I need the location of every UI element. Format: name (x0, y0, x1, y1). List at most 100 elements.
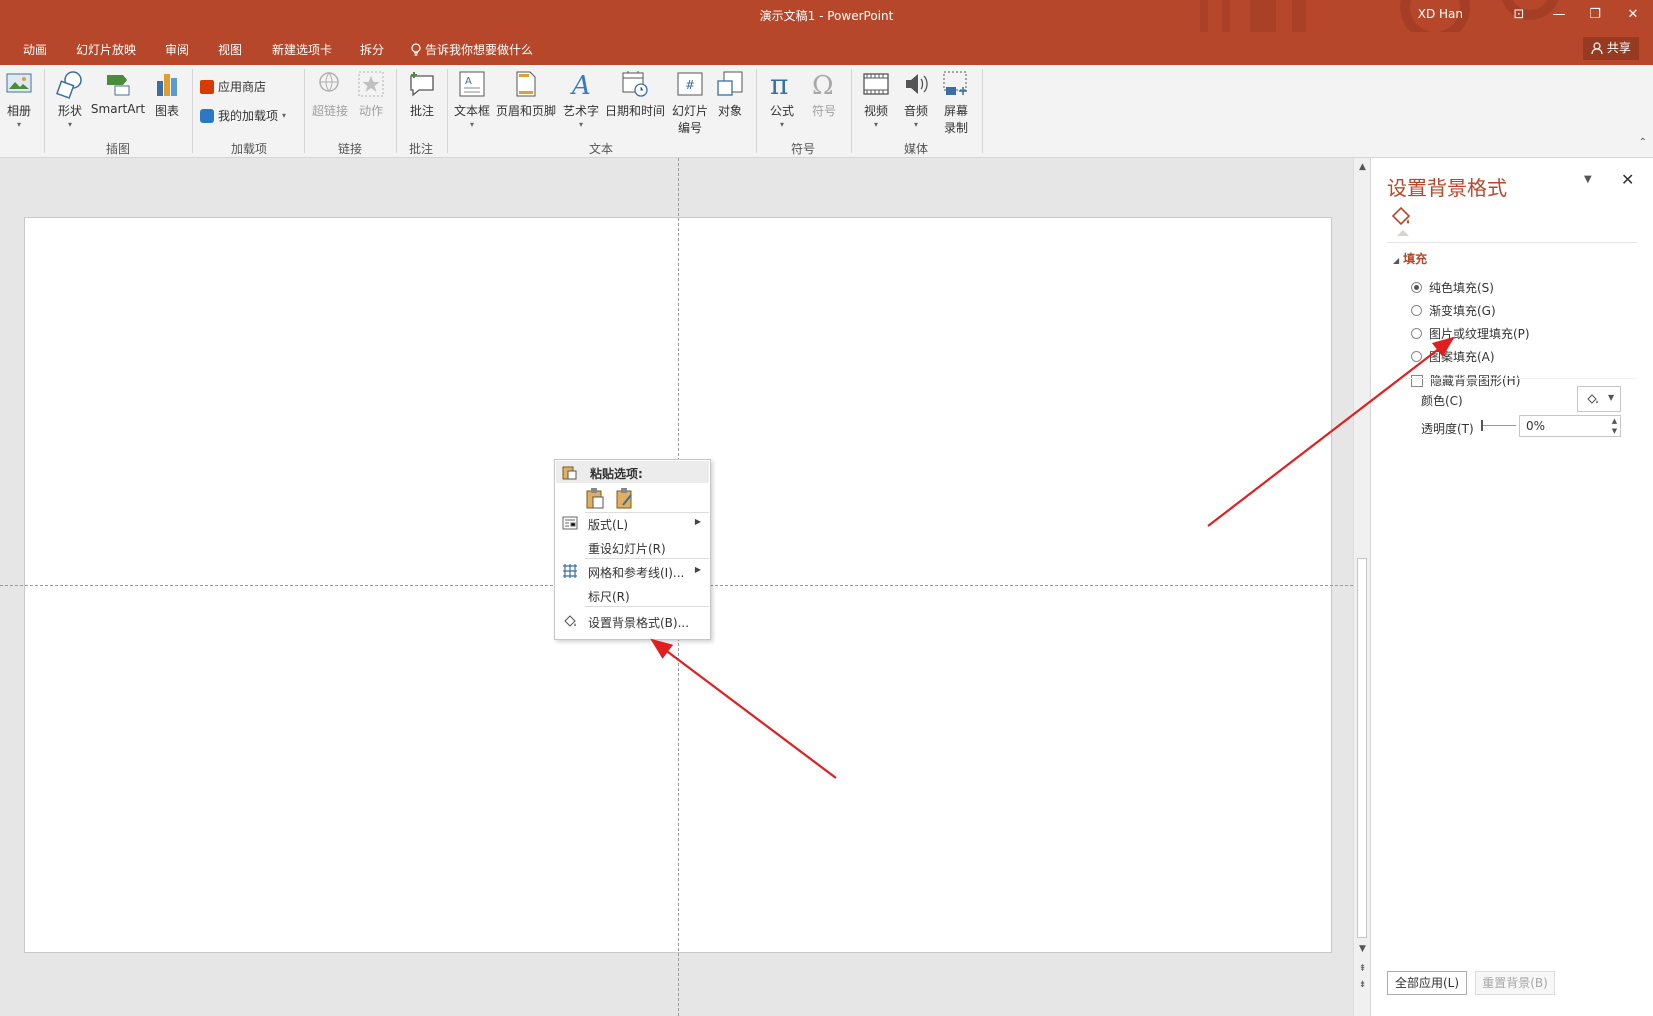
photo-album-button[interactable]: 相册 ▾ (2, 69, 36, 129)
fill-color-picker[interactable]: ▼ (1577, 386, 1621, 412)
textbox-label: 文本框 (453, 104, 490, 118)
chevron-down-icon: ▾ (282, 111, 287, 120)
minimize-button[interactable]: — (1545, 4, 1573, 26)
pane-close-icon[interactable]: ✕ (1621, 170, 1634, 189)
restore-button[interactable]: ❐ (1581, 4, 1609, 26)
chevron-down-icon: ▼ (1608, 393, 1615, 402)
hyperlink-button[interactable]: 超链接 (310, 69, 350, 119)
scroll-up-arrow[interactable]: ▲ (1357, 162, 1368, 173)
option-hide-background-graphics[interactable]: 隐藏背景图形(H) (1411, 372, 1520, 389)
menu-item-grid-and-guides[interactable]: 网格和参考线(I)... ▶ (556, 560, 709, 582)
tab-split[interactable]: 拆分 (360, 41, 384, 58)
tab-review[interactable]: 审阅 (165, 41, 189, 58)
object-button[interactable]: 对象 (712, 69, 748, 119)
menu-item-reset-slide[interactable]: 重设幻灯片(R) (556, 536, 709, 558)
fill-section-header[interactable]: ◢ 填充 (1393, 250, 1427, 267)
textbox-button[interactable]: A 文本框 ▾ (453, 69, 491, 129)
video-button[interactable]: 视频 ▾ (858, 69, 894, 129)
chevron-down-icon: ▾ (913, 120, 918, 129)
chevron-down-icon: ▾ (469, 120, 474, 129)
option-pattern-fill[interactable]: 图案填充(A) (1411, 348, 1495, 365)
comment-button[interactable]: 批注 (404, 69, 440, 119)
tell-me-search[interactable]: 告诉我你想要做什么 (410, 41, 533, 58)
tab-view[interactable]: 视图 (218, 41, 242, 58)
symbol-button[interactable]: Ω 符号 (806, 69, 842, 119)
video-label: 视频 (863, 104, 888, 118)
transparency-slider-thumb[interactable] (1481, 420, 1483, 431)
tab-animations[interactable]: 动画 (23, 41, 47, 58)
radio-button[interactable] (1411, 305, 1422, 316)
scroll-down-arrow[interactable]: ▼ (1357, 944, 1368, 955)
scroll-thumb[interactable] (1357, 558, 1367, 938)
submenu-arrow-icon: ▶ (694, 565, 701, 574)
group-links-label: 链接 (337, 142, 362, 156)
wordart-label: 艺术字 (562, 104, 599, 118)
option-label: 渐变填充(G) (1429, 304, 1496, 318)
screen-recording-icon (943, 71, 967, 95)
radio-button[interactable] (1411, 351, 1422, 362)
tell-me-label: 告诉我你想要做什么 (425, 43, 534, 57)
transparency-spinner[interactable]: ▲ ▼ (1609, 416, 1620, 436)
collapse-triangle-icon: ◢ (1393, 256, 1400, 265)
group-divider (192, 69, 193, 153)
option-picture-texture-fill[interactable]: 图片或纹理填充(P) (1411, 325, 1530, 342)
chevron-down-icon: ▾ (16, 120, 21, 129)
close-button[interactable]: ✕ (1619, 4, 1647, 26)
previous-slide-icon[interactable]: ⇞ (1357, 964, 1368, 975)
share-button[interactable]: 共享 (1583, 37, 1639, 60)
paint-bucket-icon (564, 615, 576, 627)
chart-button[interactable]: 图表 (152, 69, 182, 119)
option-solid-fill[interactable]: 纯色填充(S) (1411, 279, 1494, 296)
menu-item-layout[interactable]: 版式(L) ▶ (556, 512, 709, 534)
svg-text:Ω: Ω (812, 71, 834, 99)
title-bar: 演示文稿1 - PowerPoint XD Han ⊡ — ❐ ✕ (0, 0, 1653, 42)
option-label: 纯色填充(S) (1429, 281, 1494, 295)
audio-button[interactable]: 音频 ▾ (898, 69, 934, 129)
tab-new-tab[interactable]: 新建选项卡 (272, 41, 332, 58)
ribbon-display-options-button[interactable]: ⊡ (1505, 4, 1533, 26)
smartart-button[interactable]: SmartArt (90, 69, 146, 116)
fill-tab-paint-bucket-icon[interactable] (1389, 204, 1413, 228)
user-name[interactable]: XD Han (1418, 7, 1463, 21)
group-divider (304, 69, 305, 153)
apply-to-all-button[interactable]: 全部应用(L) (1387, 971, 1467, 995)
next-slide-icon[interactable]: ⇟ (1357, 980, 1368, 991)
screen-recording-label: 录制 (943, 121, 968, 135)
screen-recording-button[interactable]: 屏幕 录制 (938, 69, 974, 136)
slide-number-label: 编号 (677, 121, 702, 135)
store-button[interactable]: 应用商店 (200, 78, 266, 95)
vertical-scrollbar[interactable]: ▲ ▼ ⇞ ⇟ (1353, 158, 1370, 1016)
action-button[interactable]: 动作 (354, 69, 388, 119)
wordart-button[interactable]: A 艺术字 ▾ (562, 69, 600, 129)
reset-background-button[interactable]: 重置背景(B) (1475, 971, 1555, 995)
group-text-label: 文本 (588, 142, 613, 156)
pane-options-chevron-icon[interactable]: ▼ (1584, 174, 1592, 185)
menu-item-ruler[interactable]: 标尺(R) (556, 584, 709, 606)
radio-button-selected[interactable] (1411, 282, 1422, 293)
header-footer-icon (516, 71, 536, 97)
star-action-icon (358, 71, 384, 97)
svg-text:A: A (465, 76, 472, 87)
pane-divider (1387, 242, 1637, 243)
paste-picture-icon[interactable] (615, 487, 635, 509)
comment-label: 批注 (409, 104, 434, 118)
radio-button[interactable] (1411, 328, 1422, 339)
menu-item-label: 标尺(R) (588, 590, 630, 604)
my-addins-button[interactable]: 我的加载项 ▾ (200, 107, 286, 124)
paste-keep-format-icon[interactable] (585, 487, 605, 509)
film-icon (863, 73, 889, 95)
datetime-button[interactable]: 日期和时间 (604, 69, 666, 119)
collapse-ribbon-icon[interactable]: ⌃ (1639, 137, 1647, 148)
shapes-button[interactable]: 形状 ▾ (52, 69, 88, 129)
equation-button[interactable]: π 公式 ▾ (764, 69, 800, 129)
tab-slide-show[interactable]: 幻灯片放映 (76, 41, 136, 58)
group-addins-label: 加载项 (230, 142, 267, 156)
header-footer-button[interactable]: 页眉和页脚 (496, 69, 556, 119)
checkbox[interactable] (1411, 374, 1423, 387)
option-gradient-fill[interactable]: 渐变填充(G) (1411, 302, 1496, 319)
photo-album-label: 相册 (6, 104, 31, 118)
transparency-slider-track[interactable] (1481, 425, 1516, 426)
menu-item-format-background[interactable]: 设置背景格式(B)... (556, 610, 709, 632)
slide-number-button[interactable]: # 幻灯片 编号 (670, 69, 710, 136)
transparency-input[interactable]: 0% (1519, 415, 1621, 437)
